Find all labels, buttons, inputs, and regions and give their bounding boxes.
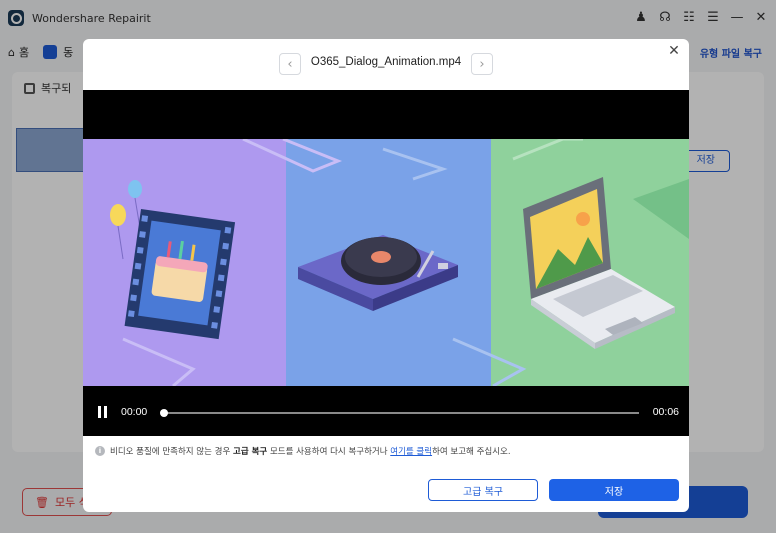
player-controls: 00:00 00:06 bbox=[83, 387, 689, 436]
notice-part1: 비디오 품질에 만족하지 않는 경우 bbox=[110, 447, 233, 457]
video-player[interactable]: 00:00 00:06 bbox=[83, 90, 689, 436]
info-icon: i bbox=[95, 446, 105, 456]
notice-part3: 하여 보고해 주십시오. bbox=[432, 447, 511, 457]
notice-part2: 모드를 사용하여 다시 복구하거나 bbox=[267, 447, 391, 457]
quality-notice: i 비디오 품질에 만족하지 않는 경우 고급 복구 모드를 사용하여 다시 복… bbox=[95, 445, 685, 457]
notice-advanced-repair: 고급 복구 bbox=[233, 447, 268, 457]
file-name: O365_Dialog_Animation.mp4 bbox=[310, 56, 462, 68]
save-button[interactable]: 저장 bbox=[549, 479, 679, 501]
close-dialog-icon[interactable]: ✕ bbox=[665, 42, 683, 60]
preview-dialog: ‹ O365_Dialog_Animation.mp4 › ✕ 00:00 00… bbox=[83, 39, 689, 512]
next-file-button[interactable]: › bbox=[471, 53, 493, 75]
report-link[interactable]: 여기를 클릭 bbox=[390, 447, 432, 457]
advanced-repair-button[interactable]: 고급 복구 bbox=[428, 479, 538, 501]
duration: 00:06 bbox=[652, 406, 679, 418]
pause-icon[interactable] bbox=[98, 406, 108, 418]
current-time: 00:00 bbox=[121, 406, 148, 418]
prev-file-button[interactable]: ‹ bbox=[279, 53, 301, 75]
seek-bar[interactable] bbox=[160, 409, 639, 417]
notice-text: 비디오 품질에 만족하지 않는 경우 고급 복구 모드를 사용하여 다시 복구하… bbox=[110, 445, 511, 457]
seek-handle[interactable] bbox=[160, 409, 168, 417]
video-frame bbox=[83, 139, 689, 386]
dialog-header: ‹ O365_Dialog_Animation.mp4 › ✕ bbox=[83, 39, 689, 89]
